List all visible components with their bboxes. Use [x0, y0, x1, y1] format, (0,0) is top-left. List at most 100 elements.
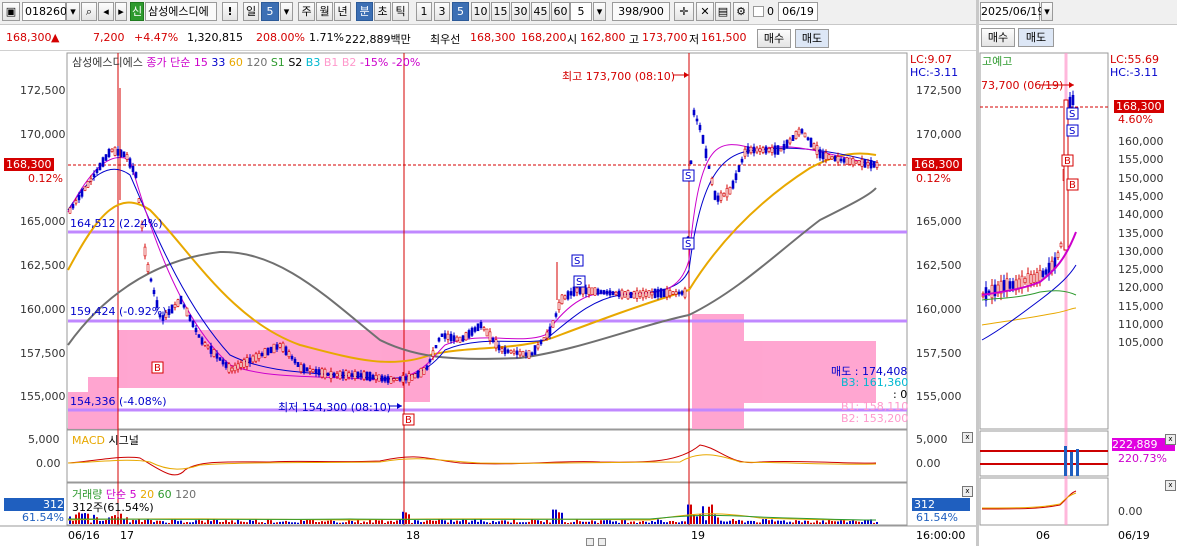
volume-bar	[210, 521, 212, 524]
prev-arrow-icon[interactable]: ▸	[115, 2, 127, 21]
search-icon[interactable]: ⌕	[81, 2, 97, 21]
candle	[374, 374, 378, 381]
volume-bar	[567, 522, 569, 524]
candle	[515, 350, 519, 355]
gear-icon[interactable]: ⚙	[733, 2, 749, 21]
volume-bar	[129, 522, 131, 524]
volume-bar	[105, 520, 107, 524]
interval-5-button[interactable]: 5	[452, 2, 469, 21]
trade-volume: 1,320,815	[187, 31, 243, 44]
volume-bar	[165, 522, 167, 524]
svg-text:B: B	[1069, 180, 1076, 191]
main-toolbar: ▣ 018260 ▾ ⌕ ◂ ▸ 신 삼성에스디에 ! 일 5 ▾ 주 월 년 …	[0, 0, 976, 25]
period-day-button[interactable]: 일	[243, 2, 259, 21]
interval-45-button[interactable]: 45	[531, 2, 550, 21]
legend-b1: B1	[323, 56, 339, 69]
volume-bar	[339, 522, 341, 524]
volume-bar	[435, 520, 437, 524]
volume-bar	[546, 519, 548, 524]
scroll-handle-icon[interactable]	[586, 538, 594, 546]
hc-label: HC:-3.11	[910, 66, 959, 79]
volume-bar	[831, 521, 833, 524]
volume-bar	[630, 521, 632, 524]
candle	[332, 372, 336, 378]
save-icon[interactable]: ▤	[715, 2, 731, 21]
candle	[257, 353, 261, 359]
volume-bar	[303, 520, 305, 524]
candle	[353, 371, 357, 379]
candle	[218, 357, 222, 361]
period-second-button[interactable]: 초	[374, 2, 391, 21]
volume-bar	[330, 519, 332, 524]
right-date-field[interactable]: 2025/06/19	[980, 2, 1044, 21]
b-marker: B	[402, 413, 415, 426]
scroll-handle-icon[interactable]	[598, 538, 606, 546]
right-buy-button[interactable]: 매수	[981, 28, 1015, 47]
count-dropdown-icon[interactable]: ▾	[593, 2, 606, 21]
period-week-button[interactable]: 주	[298, 2, 315, 21]
daily-vol-close-icon[interactable]: x	[1165, 434, 1176, 445]
price-chart[interactable]: B B S S S S	[0, 52, 976, 546]
count-input[interactable]: 5	[570, 2, 592, 21]
candle	[359, 373, 363, 377]
volume-bar	[720, 520, 722, 524]
volume-bar	[552, 509, 554, 524]
period-year-button[interactable]: 년	[334, 2, 351, 21]
period-dropdown-icon[interactable]: ▾	[280, 2, 293, 21]
sell-button[interactable]: 매도	[795, 29, 829, 48]
interval-10-button[interactable]: 10	[471, 2, 490, 21]
window-menu-icon[interactable]: ▣	[2, 2, 20, 21]
right-sell-button[interactable]: 매도	[1018, 28, 1054, 47]
interval-30-button[interactable]: 30	[511, 2, 530, 21]
daily-title: 고예고	[982, 55, 1013, 68]
daily-price-tick: 120,000	[1118, 281, 1164, 295]
interval-15-button[interactable]: 15	[491, 2, 510, 21]
period-tick-button[interactable]: 틱	[392, 2, 409, 21]
tools-icon[interactable]: ✕	[696, 2, 714, 21]
volume-bar	[705, 520, 707, 524]
legend-b2: B2	[341, 56, 357, 69]
candle	[422, 367, 426, 375]
up-arrow-icon: ▲	[51, 31, 60, 44]
candle	[683, 288, 687, 298]
legend-pct1: -15%	[359, 56, 389, 69]
candle	[665, 288, 669, 298]
interval-60-button[interactable]: 60	[551, 2, 570, 21]
volume-bar	[387, 521, 389, 524]
volume-bar	[216, 519, 218, 524]
daily-osc-close-icon[interactable]: x	[1165, 480, 1176, 491]
volume-bar	[873, 522, 875, 524]
candle	[617, 290, 621, 297]
period-value-field[interactable]: 5	[261, 2, 279, 21]
date-input[interactable]: 06/19	[778, 2, 818, 21]
checkbox[interactable]	[753, 6, 764, 17]
right-date-dropdown-icon[interactable]: ▾	[1041, 2, 1053, 21]
volume-bar	[396, 520, 398, 524]
candle	[404, 376, 408, 381]
interval-3-button[interactable]: 3	[434, 2, 450, 21]
candle	[371, 374, 375, 380]
period-minute-button[interactable]: 분	[356, 2, 373, 21]
volume-bar	[717, 517, 719, 524]
volume-bar	[801, 522, 803, 524]
alert-button[interactable]: !	[222, 2, 238, 21]
buy-button[interactable]: 매수	[757, 29, 791, 48]
volume-bar	[657, 519, 659, 524]
volume-bar	[585, 521, 587, 524]
volume-bar	[825, 522, 827, 524]
code-dropdown-icon[interactable]: ▾	[66, 2, 80, 21]
volume-bar	[741, 520, 743, 524]
volume-bar	[522, 522, 524, 524]
candle	[509, 350, 513, 354]
crosshair-icon[interactable]: ✛	[674, 2, 694, 21]
speaker-icon[interactable]: ◂	[98, 2, 114, 21]
period-month-button[interactable]: 월	[316, 2, 333, 21]
x-label: 17	[120, 529, 134, 542]
x-time-label: 16:00:00	[916, 529, 966, 542]
candle	[689, 160, 693, 165]
interval-1-button[interactable]: 1	[416, 2, 432, 21]
volume-close-icon[interactable]: x	[962, 486, 973, 497]
volume-bar	[117, 517, 119, 524]
macd-close-icon[interactable]: x	[962, 432, 973, 443]
stock-code-input[interactable]: 018260	[22, 2, 67, 21]
